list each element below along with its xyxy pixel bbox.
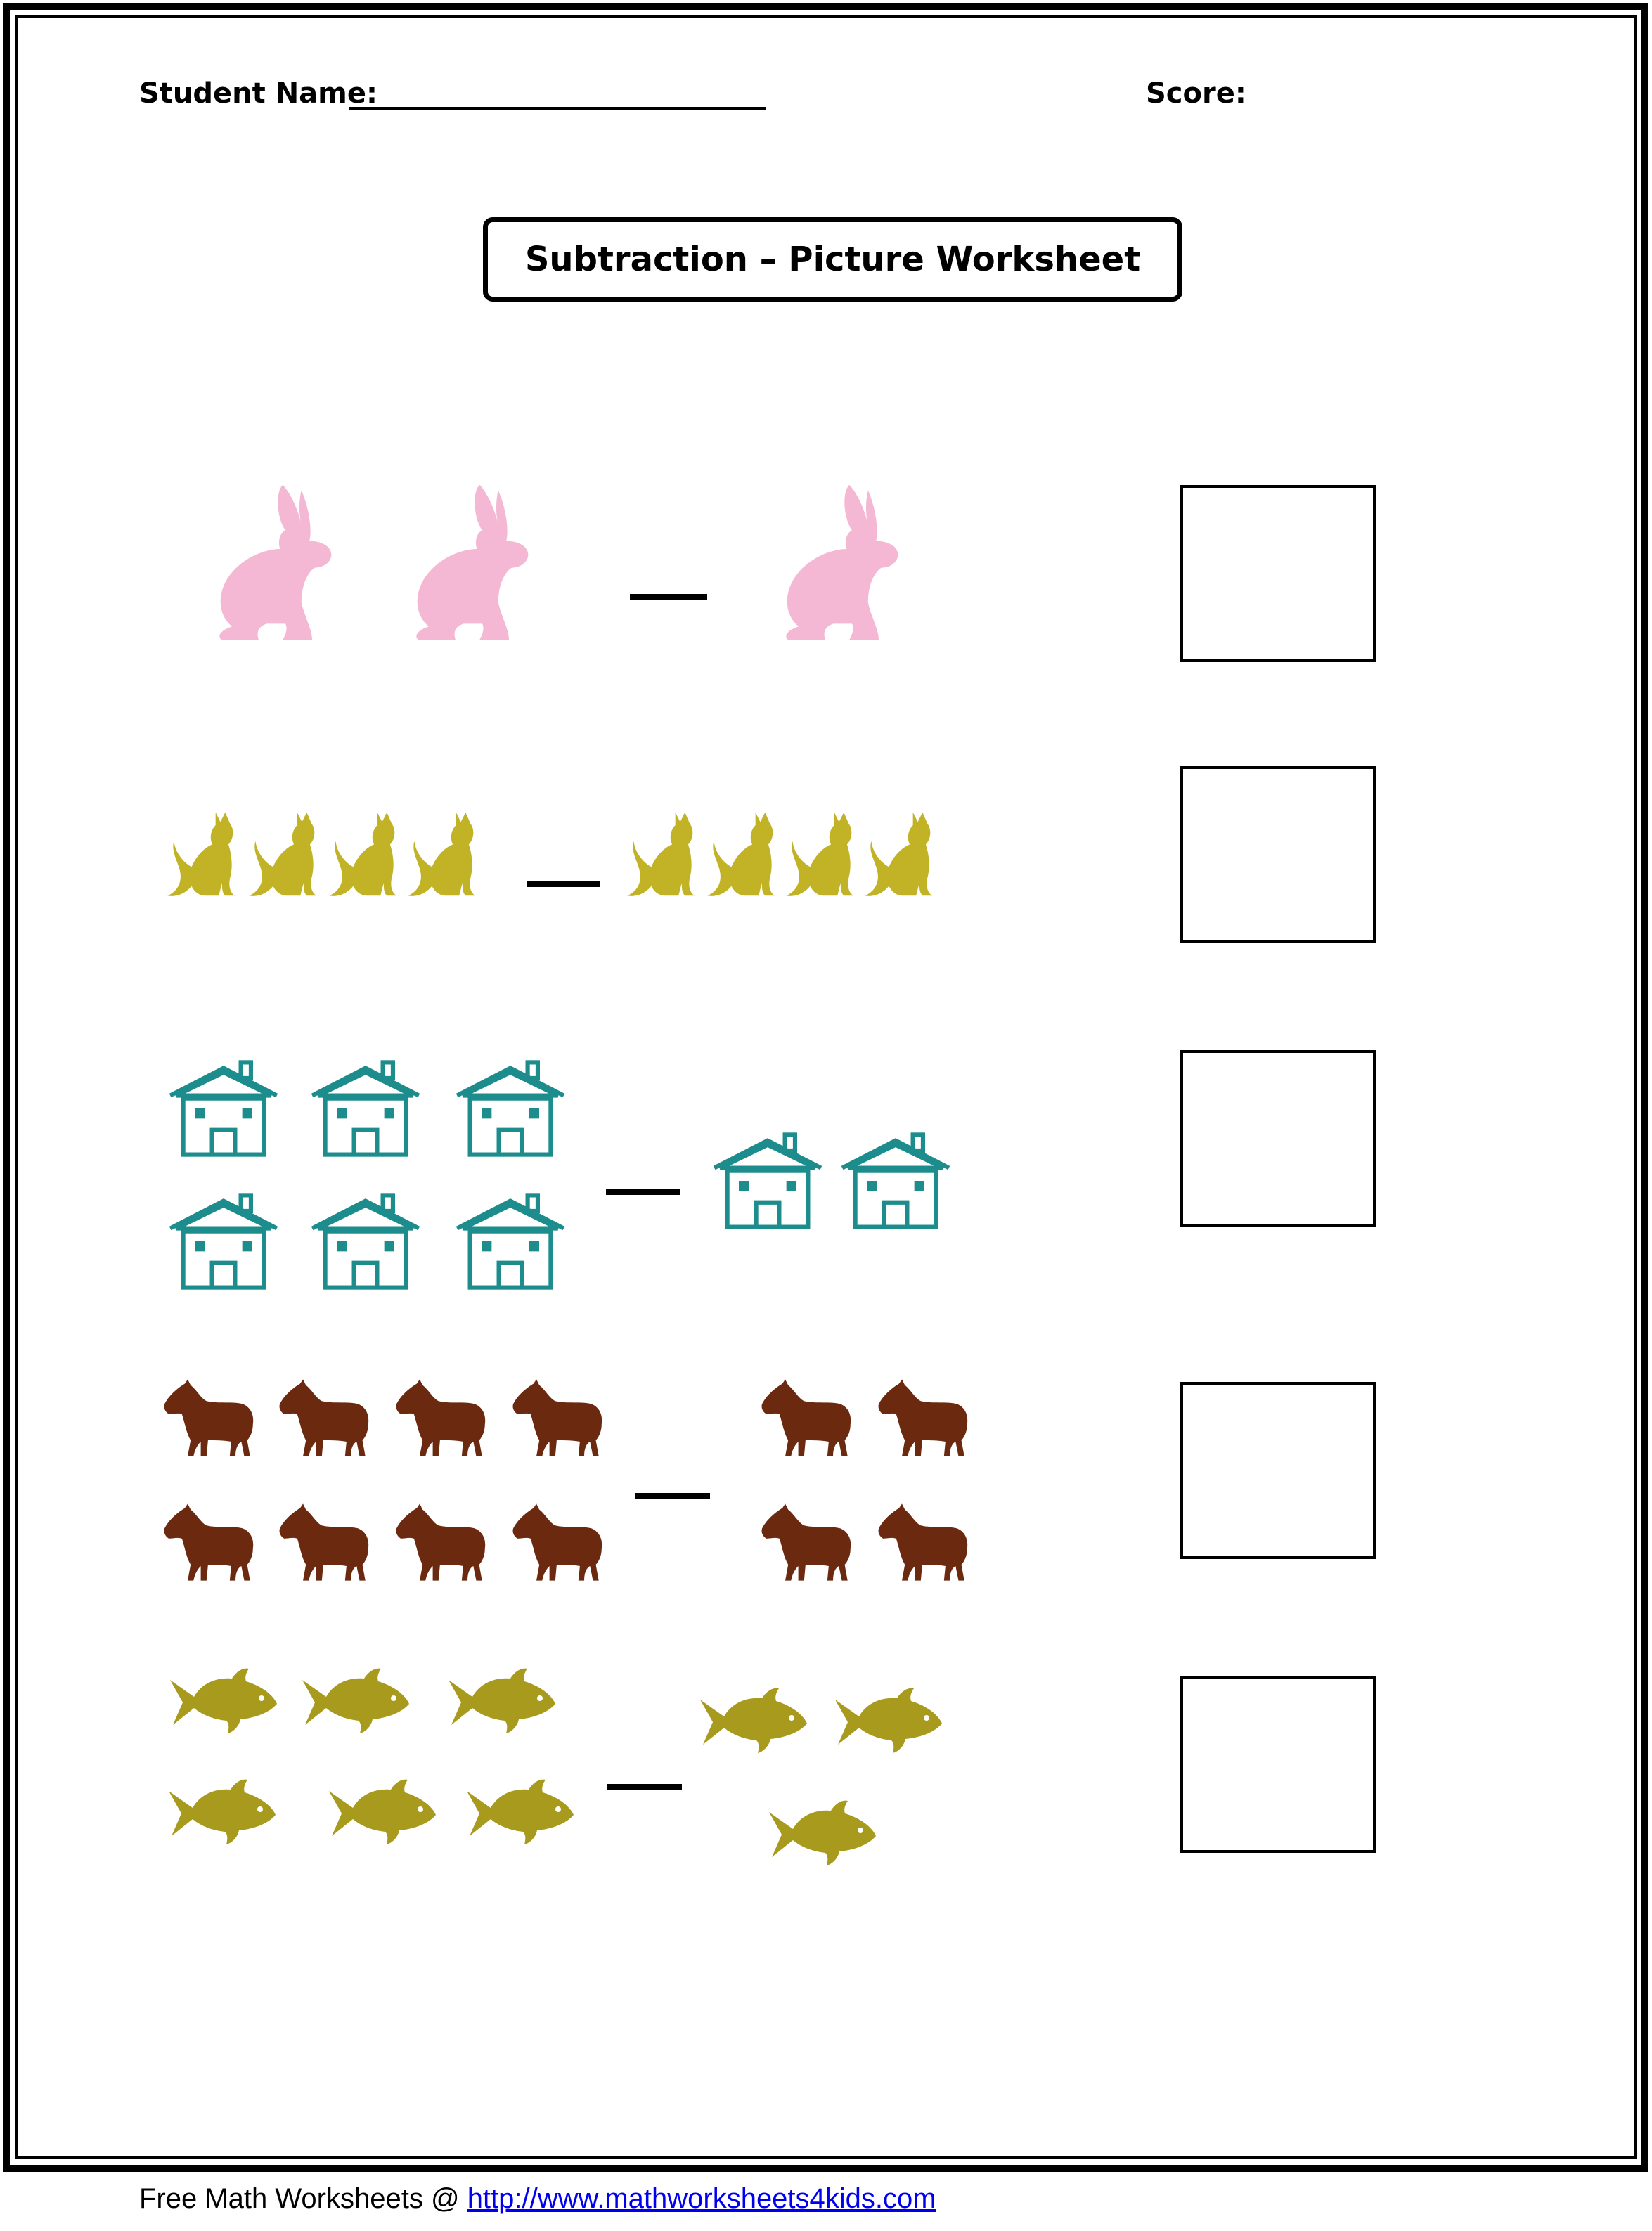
fish-icon bbox=[765, 1798, 880, 1868]
minus-sign bbox=[607, 1784, 682, 1790]
house-icon bbox=[838, 1130, 953, 1231]
cat-icon bbox=[785, 801, 865, 907]
house-icon bbox=[308, 1058, 423, 1159]
cat-icon bbox=[328, 801, 408, 907]
minus-sign bbox=[527, 881, 600, 887]
footer-text: Free Math Worksheets @ bbox=[139, 2183, 467, 2214]
horse-icon bbox=[512, 1378, 606, 1458]
answer-box-3[interactable] bbox=[1180, 1050, 1376, 1227]
house-icon bbox=[453, 1191, 568, 1292]
fish-icon bbox=[298, 1666, 413, 1736]
horse-icon bbox=[512, 1499, 606, 1586]
horse-icon bbox=[395, 1499, 489, 1586]
answer-box-4[interactable] bbox=[1180, 1382, 1376, 1559]
rabbit-icon bbox=[772, 482, 905, 642]
house-icon bbox=[166, 1058, 281, 1159]
score-label: Score: bbox=[1146, 77, 1246, 110]
footer-link[interactable]: http://www.mathworksheets4kids.com bbox=[467, 2183, 936, 2214]
horse-icon bbox=[163, 1378, 257, 1458]
horse-icon bbox=[395, 1378, 489, 1458]
horse-icon bbox=[761, 1499, 855, 1586]
cat-icon bbox=[166, 801, 246, 907]
answer-box-1[interactable] bbox=[1180, 485, 1376, 662]
fish-icon bbox=[325, 1777, 440, 1847]
horse-icon bbox=[877, 1499, 972, 1586]
student-name-field[interactable] bbox=[349, 107, 766, 110]
fish-icon bbox=[164, 1777, 280, 1847]
minus-sign bbox=[606, 1189, 680, 1195]
cat-icon bbox=[863, 801, 943, 907]
house-icon bbox=[453, 1058, 568, 1159]
fish-icon bbox=[831, 1686, 946, 1756]
fish-icon bbox=[463, 1777, 578, 1847]
answer-box-2[interactable] bbox=[1180, 766, 1376, 943]
minus-sign bbox=[635, 1493, 710, 1499]
student-name-label: Student Name: bbox=[139, 77, 377, 110]
cat-icon bbox=[247, 801, 328, 907]
rabbit-icon bbox=[402, 482, 536, 642]
horse-icon bbox=[278, 1378, 373, 1458]
rabbit-icon bbox=[205, 482, 339, 642]
house-icon bbox=[710, 1130, 825, 1231]
horse-icon bbox=[877, 1378, 972, 1458]
footer: Free Math Worksheets @ http://www.mathwo… bbox=[139, 2183, 936, 2215]
cat-icon bbox=[706, 801, 786, 907]
horse-icon bbox=[278, 1499, 373, 1586]
horse-icon bbox=[761, 1378, 855, 1458]
fish-icon bbox=[696, 1686, 811, 1756]
fish-icon bbox=[166, 1666, 281, 1736]
cat-icon bbox=[626, 801, 706, 907]
worksheet-title: Subtraction – Picture Worksheet bbox=[483, 217, 1182, 302]
worksheet-title-text: Subtraction – Picture Worksheet bbox=[524, 240, 1141, 279]
horse-icon bbox=[163, 1499, 257, 1586]
fish-icon bbox=[444, 1666, 560, 1736]
cat-icon bbox=[406, 801, 486, 907]
minus-sign bbox=[630, 594, 707, 600]
house-icon bbox=[308, 1191, 423, 1292]
house-icon bbox=[166, 1191, 281, 1292]
answer-box-5[interactable] bbox=[1180, 1676, 1376, 1853]
